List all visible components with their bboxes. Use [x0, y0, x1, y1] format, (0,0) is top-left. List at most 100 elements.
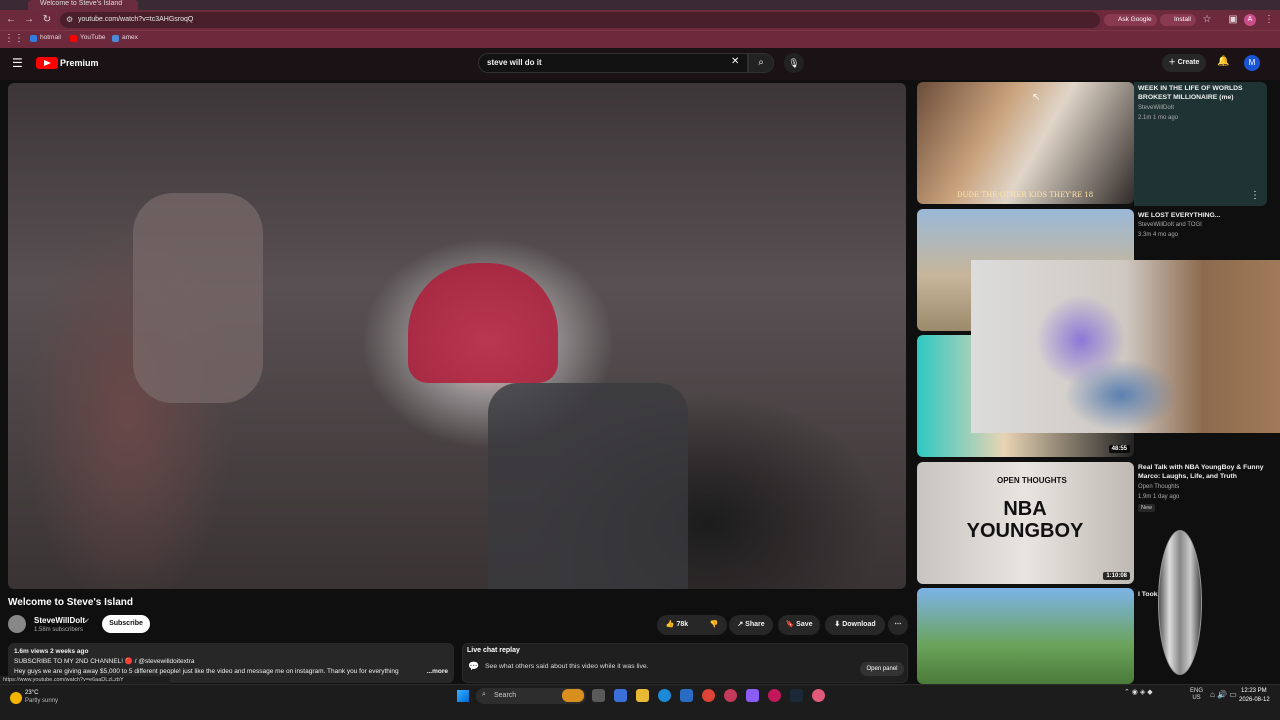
thumbnail-caption: DUDE THE OTHER KIDS THEY'RE 18 [957, 191, 1094, 199]
save-label: Save [796, 621, 813, 628]
recommendation-title-4[interactable]: Real Talk with NBA YoungBoy & Funny Marc… [1138, 463, 1270, 481]
create-button[interactable]: ＋ Create [1162, 54, 1206, 72]
browser-tabstrip [0, 0, 1280, 10]
chrome-icon[interactable] [702, 689, 715, 702]
widgets-icon[interactable] [562, 689, 584, 702]
link-status-url: https://www.youtube.com/watch?v=e6aaDLzL… [0, 676, 170, 684]
save-button[interactable]: 🔖 Save [778, 615, 820, 635]
clock-time[interactable]: 12:23 PM [1241, 688, 1267, 694]
recommendation-channel-2[interactable]: SteveWillDoIt and TOGI [1138, 222, 1202, 228]
extensions-icon[interactable]: ▣ [1226, 13, 1240, 27]
subscriber-count: 1.58m subscribers [34, 627, 84, 633]
open-panel-button[interactable]: Open panel [860, 662, 904, 676]
bookmark-label: amex [122, 34, 138, 41]
channel-avatar[interactable] [8, 615, 26, 633]
site-info-icon[interactable]: ⚙ [66, 15, 73, 24]
search-button[interactable]: ⌕ [748, 53, 774, 73]
share-icon: ↗ [737, 621, 744, 628]
recommendation-thumbnail-5[interactable] [917, 588, 1134, 684]
search-icon: ⌕ [758, 57, 764, 68]
bookmark-youtube[interactable]: YouTube [70, 33, 106, 43]
back-icon[interactable]: ← [4, 13, 18, 27]
windows-start-icon[interactable] [457, 690, 469, 702]
bookmark-hotmail[interactable]: hotmail [30, 33, 61, 43]
task-view-icon[interactable] [592, 689, 605, 702]
recommendation-thumbnail-1[interactable]: DUDE THE OTHER KIDS THEY'RE 18 [917, 82, 1134, 204]
edge-icon[interactable] [658, 689, 671, 702]
app-icon[interactable] [768, 689, 781, 702]
star-icon[interactable]: ☆ [1200, 13, 1214, 27]
hamburger-menu-icon[interactable]: ☰ [12, 56, 24, 70]
youtube-premium-logo-text[interactable]: Premium [60, 58, 99, 68]
recommendation-channel-4[interactable]: Open Thoughts [1138, 484, 1179, 490]
thumbs-up-icon: 👍 [665, 621, 675, 628]
create-label: Create [1177, 59, 1200, 66]
forward-icon[interactable]: → [22, 13, 36, 27]
install-button[interactable]: Install [1160, 14, 1196, 26]
share-button[interactable]: ↗ Share [729, 615, 773, 635]
file-explorer-icon[interactable] [636, 689, 649, 702]
bookmark-amex[interactable]: amex [112, 33, 138, 43]
more-actions-button[interactable]: ⋯ [888, 615, 908, 635]
search-input[interactable]: steve will do it [478, 53, 748, 73]
discord-icon[interactable] [746, 689, 759, 702]
recommendation-title-1[interactable]: WEEK IN THE LIFE OF WORLDS BROKEST MILLI… [1138, 84, 1270, 102]
hotmail-icon [30, 35, 37, 42]
notifications-bell-icon[interactable]: 🔔 [1217, 56, 1229, 67]
weather-temperature[interactable]: 23°C [25, 690, 38, 696]
live-chat-subtitle: See what others said about this video wh… [485, 663, 649, 670]
download-button[interactable]: ⬇ Download [825, 615, 885, 635]
recommendation-meta-2: 3.3m 4 mo ago [1138, 232, 1179, 238]
subscribe-button[interactable]: Subscribe [102, 615, 150, 633]
browser-menu-icon[interactable]: ⋮ [1262, 13, 1276, 27]
live-chat-title: Live chat replay [467, 647, 520, 654]
channel-name[interactable]: SteveWillDoIt [34, 616, 85, 625]
description-line-1: SUBSCRIBE TO MY 2ND CHANNEL! 🔴 / @stevew… [14, 658, 195, 665]
dislike-button[interactable]: 👎 [701, 615, 727, 635]
recommendation-channel-1[interactable]: SteveWillDoIt [1138, 105, 1174, 111]
ask-google-button[interactable]: Ask Google [1104, 14, 1157, 26]
download-icon: ⬇ [834, 621, 841, 628]
language-indicator[interactable]: ENG US [1190, 688, 1203, 702]
video-frame-cup [133, 193, 263, 403]
account-avatar[interactable]: M [1244, 55, 1260, 71]
voice-search-button[interactable]: 🎙 [784, 53, 804, 73]
clear-search-icon[interactable]: ✕ [731, 56, 739, 67]
bookmark-icon: 🔖 [785, 621, 795, 628]
copilot-icon[interactable] [614, 689, 627, 702]
like-count: 78k [676, 621, 689, 628]
video-player[interactable] [8, 83, 906, 589]
video-duration: 1:10:08 [1103, 572, 1130, 580]
picture-in-picture-overlay[interactable] [971, 260, 1280, 433]
bookmark-label: YouTube [80, 34, 106, 41]
clock-date[interactable]: 2026-08-12 [1239, 697, 1270, 703]
show-more-link[interactable]: ...more [427, 667, 448, 677]
region-code: US [1192, 695, 1201, 701]
new-badge: New [1138, 504, 1156, 512]
like-button[interactable]: 👍 78k [657, 615, 697, 635]
weather-sun-icon[interactable] [10, 692, 22, 704]
weather-description[interactable]: Partly sunny [25, 698, 58, 704]
chrome-active-icon[interactable] [812, 689, 825, 702]
steam-icon[interactable] [790, 689, 803, 702]
share-label: Share [745, 621, 765, 628]
youtube-logo-icon[interactable] [36, 57, 58, 69]
system-tray-icons[interactable]: ⌃ ◉ ◈ ◆ [1124, 688, 1153, 696]
chat-icon: 💬 [468, 661, 480, 671]
apps-grid-icon[interactable]: ⋮⋮ [4, 32, 24, 46]
reload-icon[interactable]: ↻ [40, 13, 54, 27]
spinning-coin-overlay [1158, 530, 1202, 675]
browser-profile-avatar[interactable]: A [1244, 14, 1256, 26]
browser-tab-active[interactable]: Welcome to Steve's Island [28, 0, 138, 10]
network-volume-battery-icons[interactable]: ⌂ 🔊 ▭ [1210, 690, 1237, 699]
more-vertical-icon[interactable]: ⋮ [1250, 190, 1260, 201]
recommendation-thumbnail-4[interactable]: OPEN THOUGHTS NBA YOUNGBOY 1:10:08 [917, 462, 1134, 584]
chrome-profile-icon[interactable] [724, 689, 737, 702]
recommendation-meta-1: 2.1m 1 mo ago [1138, 115, 1179, 121]
store-icon[interactable] [680, 689, 693, 702]
address-bar[interactable]: youtube.com/watch?v=tc3AHGsroqQ [60, 12, 1100, 28]
recommendation-title-2[interactable]: WE LOST EVERYTHING... [1138, 211, 1270, 220]
thumbnail-small-text: OPEN THOUGHTS [997, 476, 1067, 485]
amex-icon [112, 35, 119, 42]
thumbs-down-icon: 👎 [709, 621, 719, 628]
